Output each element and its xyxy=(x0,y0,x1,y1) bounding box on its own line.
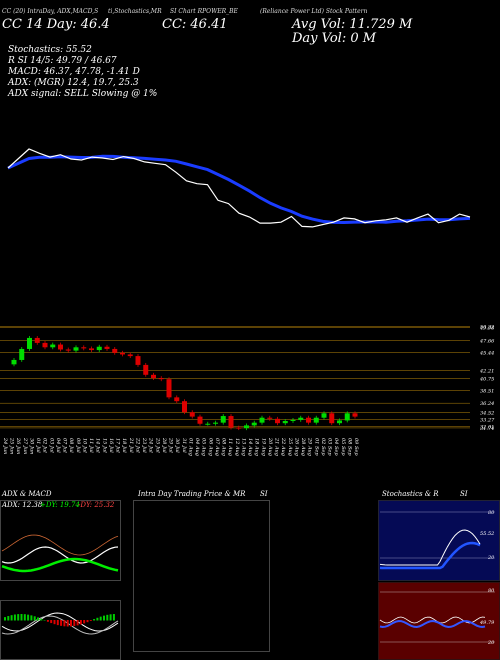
rsi-signal-line xyxy=(379,619,486,629)
macd-histogram-bar xyxy=(89,620,92,621)
stoch-signal-line xyxy=(379,541,481,570)
lower-panels xyxy=(1,511,495,643)
macd-histogram-bar xyxy=(56,620,59,626)
macd-histogram-bar xyxy=(60,620,63,626)
macd-histogram-bar xyxy=(73,620,76,627)
macd-histogram-bar xyxy=(83,620,86,624)
stoch-line xyxy=(379,529,481,566)
macd-histogram-bar xyxy=(106,614,109,621)
plus-dy-line xyxy=(1,557,119,573)
macd-histogram-bar xyxy=(10,615,13,621)
macd-histogram-bar xyxy=(79,620,82,625)
minus-dy-line xyxy=(1,534,119,556)
macd-histogram-bar xyxy=(43,619,46,621)
macd-histogram-bar xyxy=(70,620,72,627)
macd-histogram-bar xyxy=(99,616,102,621)
macd-histogram-bar xyxy=(27,614,30,621)
macd-histogram-bar xyxy=(66,620,69,627)
macd-histogram-bar xyxy=(63,620,66,627)
macd-histogram-bar xyxy=(53,620,56,625)
macd-histogram-bar xyxy=(103,615,105,621)
macd-histogram-bar xyxy=(33,616,36,621)
macd-histogram-bar xyxy=(86,620,89,623)
macd-histogram-bar xyxy=(4,617,6,621)
macd-histogram-bar xyxy=(40,618,43,621)
macd-histogram-bar xyxy=(46,620,49,622)
macd-histogram-bar xyxy=(93,619,96,621)
macd-histogram-bar xyxy=(50,620,53,624)
macd-histogram-bar xyxy=(13,614,16,621)
macd-histogram-bar xyxy=(23,614,26,621)
macd-histogram-bar xyxy=(20,614,23,621)
macd-histogram-bar xyxy=(109,614,112,621)
macd-histogram-bar xyxy=(7,616,10,621)
macd-histogram-bar xyxy=(30,615,33,621)
macd-line xyxy=(1,612,119,632)
macd-histogram-bar xyxy=(17,614,20,621)
macd-histogram-bar xyxy=(76,620,79,626)
macd-histogram-bar xyxy=(37,617,39,621)
macd-histogram-bar xyxy=(96,617,99,621)
macd-histogram-bar xyxy=(112,614,115,621)
